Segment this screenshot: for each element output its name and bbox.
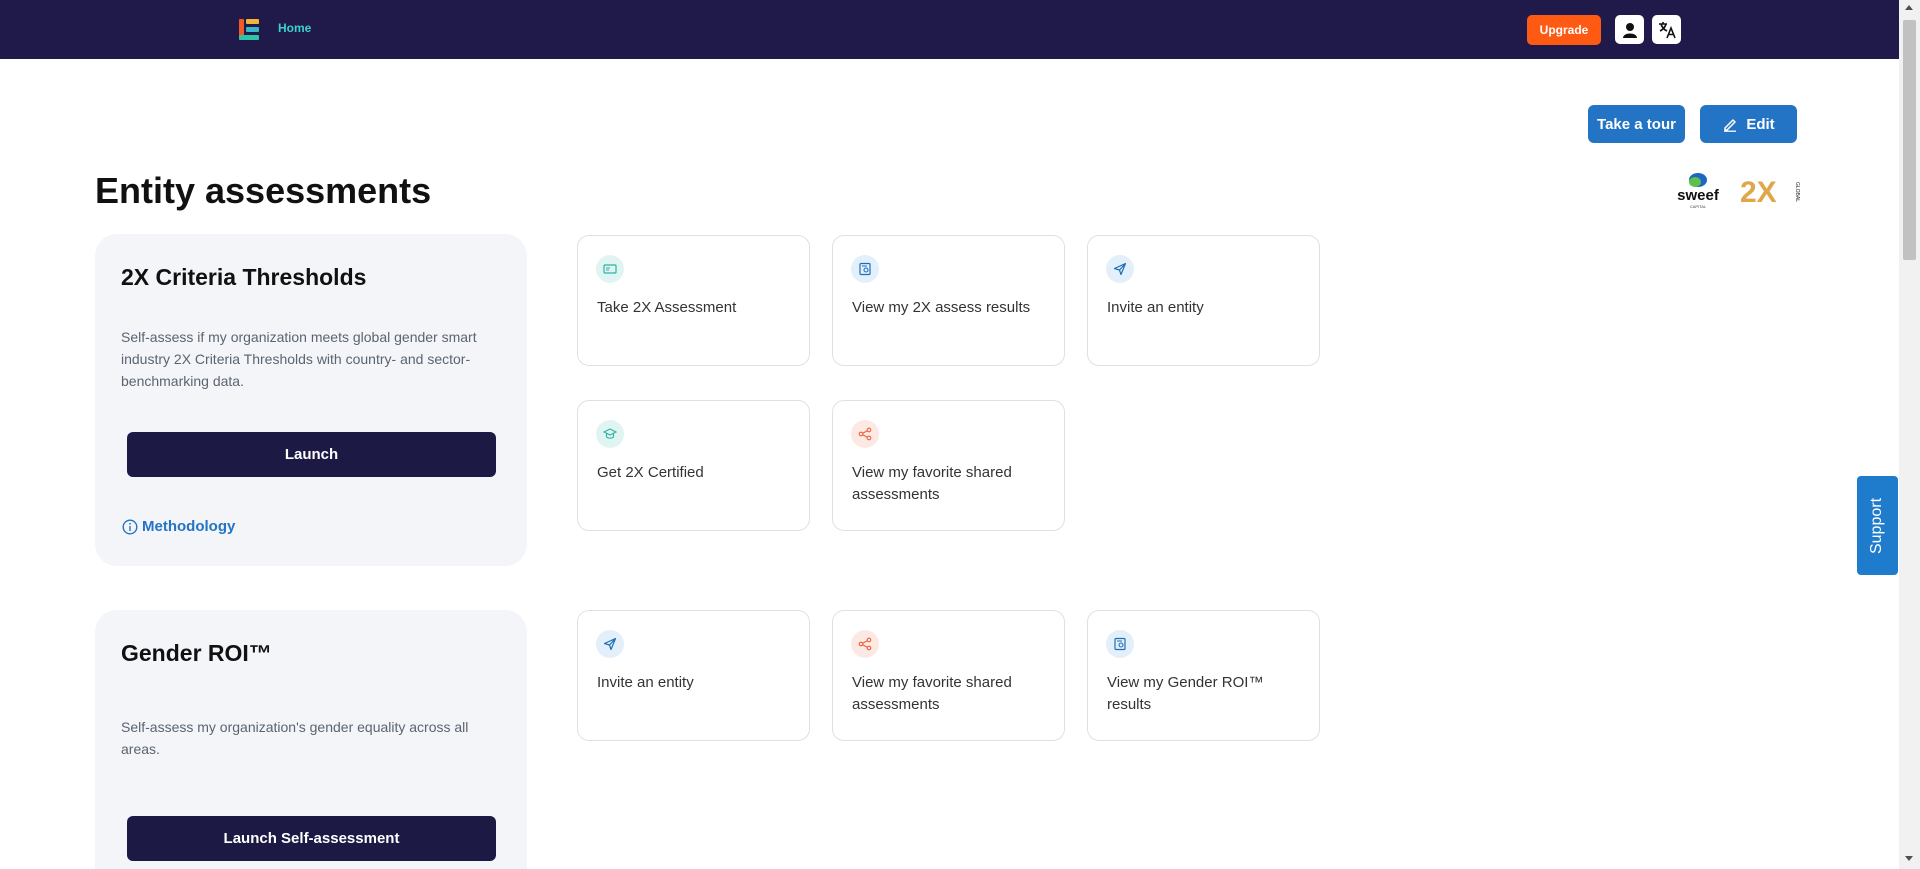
scrollbar-thumb[interactable] (1903, 20, 1916, 260)
info-icon (122, 518, 138, 535)
panel-title: Gender ROI™ (121, 640, 272, 666)
methodology-link[interactable]: Methodology (122, 518, 235, 535)
share-icon (851, 630, 879, 658)
support-tab[interactable]: Support (1857, 476, 1898, 575)
top-nav-bar: Home Upgrade (0, 0, 1899, 59)
2x-criteria-panel: 2X Criteria Thresholds Self-assess if my… (95, 234, 527, 566)
language-button[interactable] (1652, 15, 1681, 44)
take-a-tour-button[interactable]: Take a tour (1588, 105, 1685, 143)
view-gender-roi-results-card[interactable]: View my Gender ROI™ results (1087, 610, 1320, 741)
card-label: View my 2X assess results (852, 299, 1031, 316)
send-icon (1106, 255, 1134, 283)
upgrade-button[interactable]: Upgrade (1527, 15, 1601, 45)
gender-roi-panel: Gender ROI™ Self-assess my organization'… (95, 610, 527, 869)
translate-icon (1658, 21, 1676, 38)
card-label: Invite an entity (1107, 299, 1204, 316)
card-label: Get 2X Certified (597, 464, 704, 481)
panel-title: 2X Criteria Thresholds (121, 264, 367, 290)
card-label: Invite an entity (597, 674, 694, 691)
svg-text:2X: 2X (1740, 176, 1777, 206)
panel-description: Self-assess if my organization meets glo… (121, 329, 477, 389)
get-2x-certified-card[interactable]: Get 2X Certified (577, 400, 810, 531)
svg-text:GLOBAL: GLOBAL (1794, 182, 1800, 202)
user-profile-button[interactable] (1615, 15, 1644, 44)
graduation-cap-icon (596, 420, 624, 448)
page-scrollbar[interactable] (1899, 0, 1920, 869)
view-favorite-shared-card[interactable]: View my favorite shared assessments (832, 400, 1065, 531)
user-icon (1622, 22, 1637, 38)
app-logo[interactable] (239, 19, 259, 40)
take-2x-assessment-card[interactable]: Take 2X Assessment (577, 235, 810, 366)
report-icon (1106, 630, 1134, 658)
card-label: View my favorite shared assessments (852, 674, 1012, 713)
launch-self-assessment-button[interactable]: Launch Self-assessment (127, 816, 496, 861)
view-favorite-shared-card[interactable]: View my favorite shared assessments (832, 610, 1065, 741)
edit-button[interactable]: Edit (1700, 105, 1797, 143)
view-2x-results-card[interactable]: View my 2X assess results (832, 235, 1065, 366)
methodology-label: Methodology (142, 518, 236, 535)
edit-button-label: Edit (1746, 115, 1775, 133)
scroll-up-arrow-icon[interactable] (1905, 5, 1913, 10)
scroll-down-arrow-icon[interactable] (1905, 856, 1913, 861)
card-label: View my favorite shared assessments (852, 464, 1012, 503)
launch-button[interactable]: Launch (127, 432, 496, 477)
sweef-capital-logo: sweef CAPITAL (1677, 173, 1720, 209)
pencil-icon (1724, 119, 1737, 132)
send-icon (596, 630, 624, 658)
invite-entity-card[interactable]: Invite an entity (1087, 235, 1320, 366)
card-label: Take 2X Assessment (597, 299, 737, 316)
svg-text:sweef: sweef (1677, 187, 1720, 204)
invite-entity-card[interactable]: Invite an entity (577, 610, 810, 741)
card-label: View my Gender ROI™ results (1107, 674, 1264, 713)
share-icon (851, 420, 879, 448)
report-icon (851, 255, 879, 283)
page-title: Entity assessments (95, 170, 432, 211)
2x-global-logo: 2X GLOBAL (1740, 176, 1800, 206)
support-label: Support (1868, 497, 1886, 554)
svg-text:CAPITAL: CAPITAL (1690, 204, 1707, 209)
id-card-icon (596, 255, 624, 283)
home-link[interactable]: Home (278, 21, 311, 35)
panel-description: Self-assess my organization's gender equ… (121, 719, 469, 757)
